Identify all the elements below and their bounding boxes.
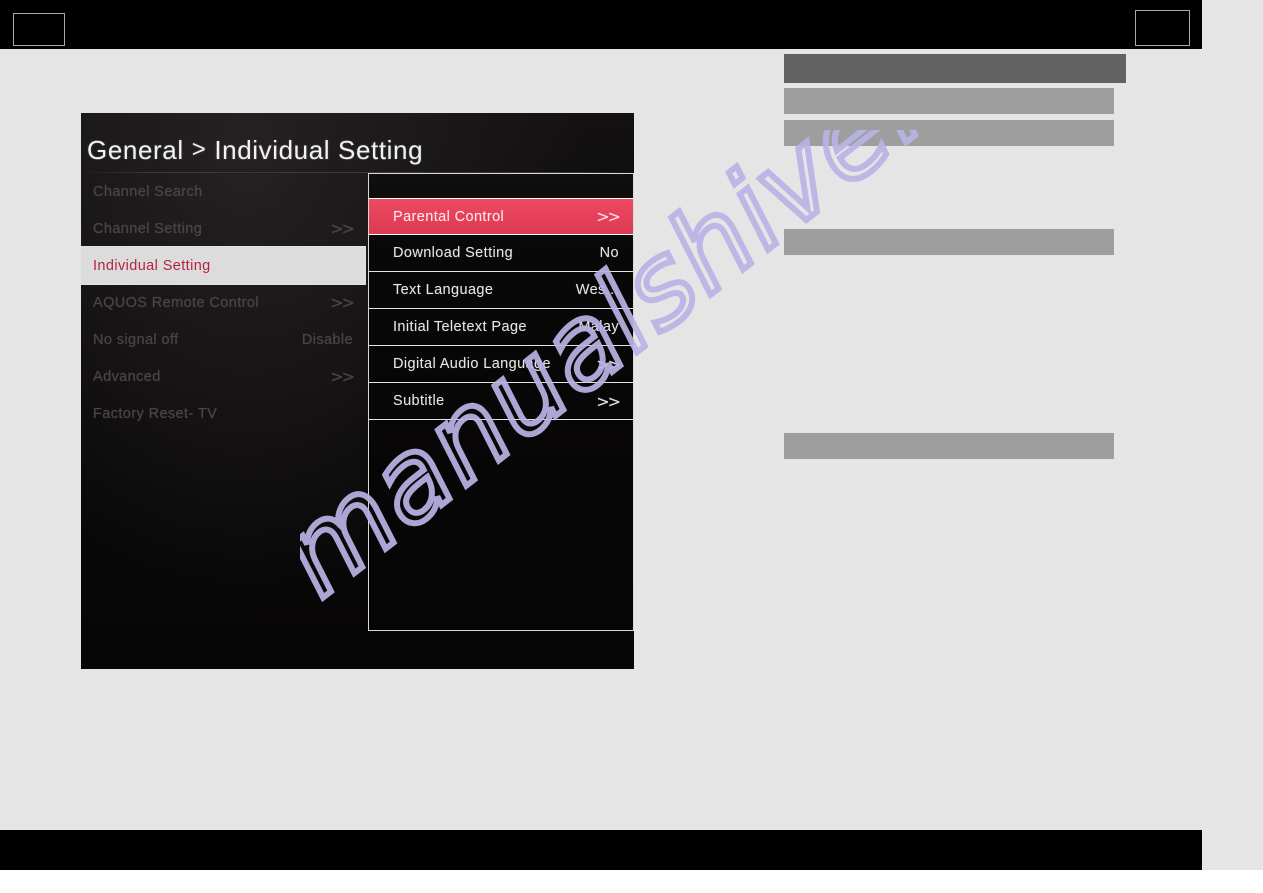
chevron-right-icon: >> [330,367,355,386]
tv-osd-panel: General > Individual Setting Channel Sea… [81,113,634,669]
menu-item-label: Channel Setting [93,220,203,237]
menu-item-value: Malay [578,319,619,335]
main-menu-item-channel-setting[interactable]: Channel Setting >> [81,210,365,247]
chevron-right-icon: >> [330,219,355,238]
menu-item-label: Parental Control [393,208,505,225]
chevron-right-icon: >> [330,293,355,312]
menu-item-label: AQUOS Remote Control [93,294,259,311]
paragraph-bar-3 [784,229,1114,255]
menu-item-value: Wes... [575,282,619,298]
main-menu-item-advanced[interactable]: Advanced >> [81,358,365,395]
page-footer-band [0,830,1202,870]
header-right-box [1135,10,1190,46]
page-header-band [0,0,1202,49]
menu-item-value: Disable [301,331,353,348]
main-menu-item-aquos-remote-control[interactable]: AQUOS Remote Control >> [81,284,365,321]
manual-page: General > Individual Setting Channel Sea… [0,0,1263,893]
osd-submenu-list: Parental Control >> Download Setting No Text… [369,198,633,420]
main-menu-item-individual-setting[interactable]: Individual Setting [81,247,365,284]
menu-item-label: No signal off [93,331,179,348]
breadcrumb-current: Individual Setting [214,134,424,165]
paragraph-bar-2 [784,120,1114,146]
menu-item-label: Subtitle [393,393,445,409]
main-menu-item-channel-search[interactable]: Channel Search [81,173,365,210]
osd-breadcrumb-title: General > Individual Setting [87,121,627,179]
submenu-item-download-setting[interactable]: Download Setting No [369,235,633,272]
submenu-item-text-language[interactable]: Text Language Wes... [369,272,633,309]
chevron-right-icon: >> [596,391,621,411]
submenu-item-parental-control[interactable]: Parental Control >> [369,198,633,235]
menu-item-label: Factory Reset- TV [93,405,218,422]
menu-item-label: Text Language [393,282,494,298]
osd-main-menu-list: Channel Search Channel Setting >> Individua… [81,173,365,432]
menu-item-value: No [599,245,619,261]
heading-bar [784,54,1126,83]
menu-item-label: Channel Search [93,183,203,200]
osd-submenu-panel: Parental Control >> Download Setting No Text… [368,173,634,631]
menu-item-label: Download Setting [393,245,514,261]
submenu-item-subtitle[interactable]: Subtitle >> [369,383,633,420]
main-menu-item-factory-reset-tv[interactable]: Factory Reset- TV [81,395,365,432]
submenu-item-digital-audio-language[interactable]: Digital Audio Language >> [369,346,633,383]
main-menu-item-no-signal-off[interactable]: No signal off Disable [81,321,365,358]
menu-item-label: Advanced [93,368,161,385]
menu-item-label: Initial Teletext Page [393,319,527,335]
paragraph-bar-4 [784,433,1114,459]
menu-item-label: Individual Setting [93,257,211,274]
breadcrumb-separator-icon: > [191,136,207,163]
chevron-right-icon: >> [596,207,621,226]
header-left-box [13,13,65,46]
breadcrumb-parent: General [87,134,184,165]
paragraph-bar-1 [784,88,1114,114]
page-bottom-margin [0,870,1263,893]
menu-item-label: Digital Audio Language [393,356,551,372]
chevron-right-icon: >> [596,354,621,374]
submenu-item-initial-teletext-page[interactable]: Initial Teletext Page Malay [369,309,633,346]
